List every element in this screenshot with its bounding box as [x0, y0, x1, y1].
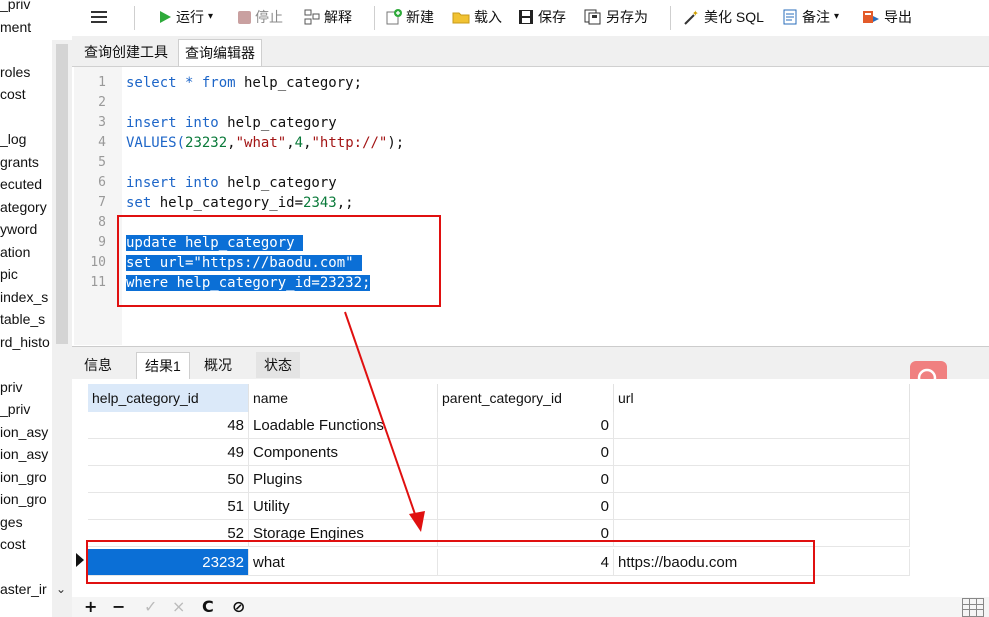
- delete-row-button[interactable]: −: [112, 597, 125, 617]
- grid-view-icon[interactable]: [962, 598, 984, 617]
- annotation-arrow: [344, 311, 425, 532]
- refresh-button[interactable]: C: [202, 597, 214, 617]
- apply-changes-button[interactable]: ✓: [144, 597, 157, 617]
- discard-changes-button[interactable]: ×: [172, 597, 185, 617]
- add-row-button[interactable]: +: [84, 597, 97, 617]
- stop-query-button[interactable]: ⊘: [232, 597, 245, 617]
